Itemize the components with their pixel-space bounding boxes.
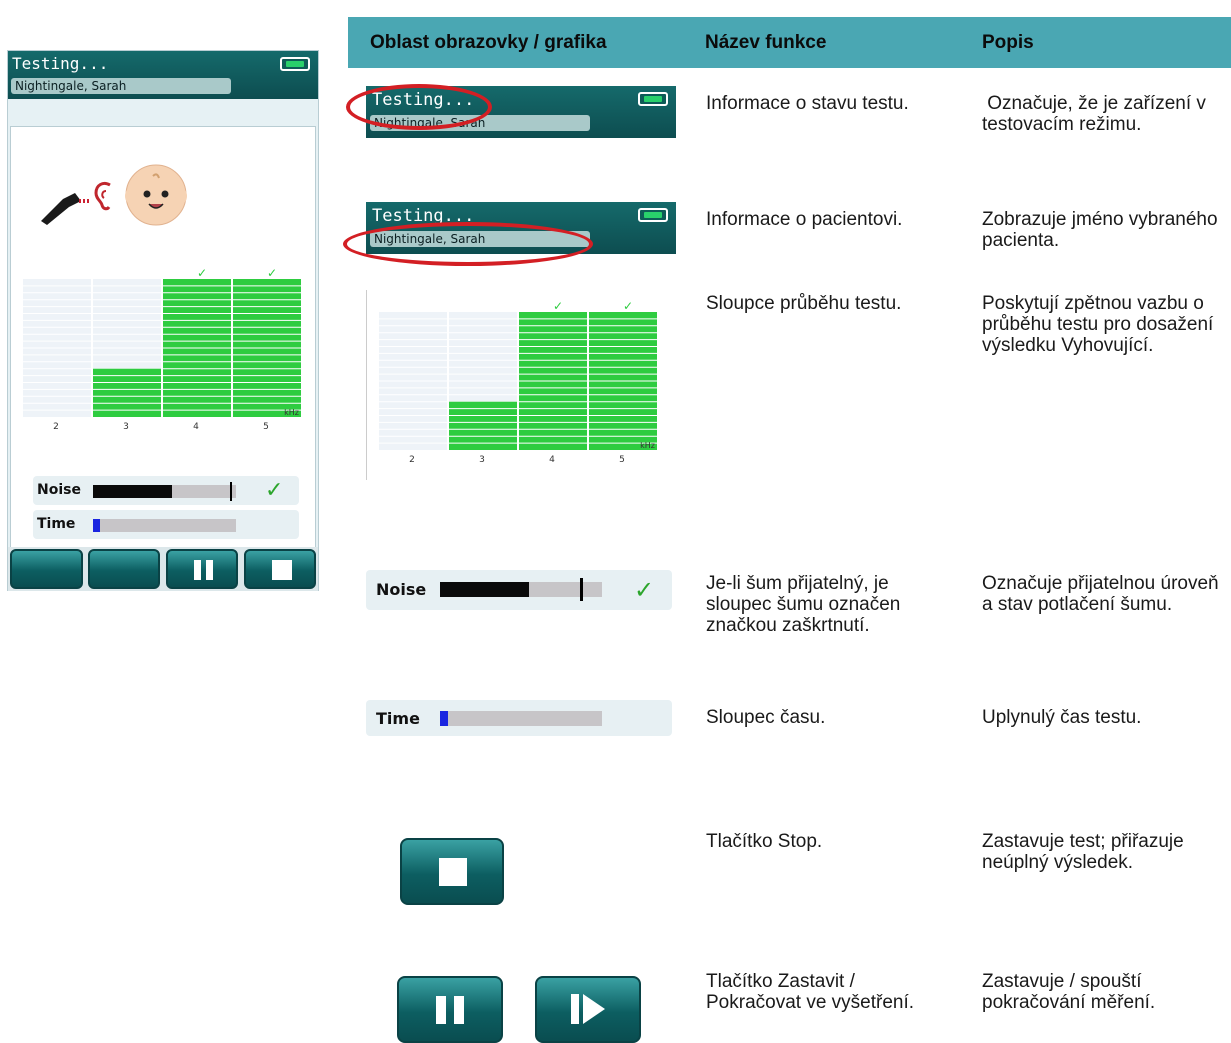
time-label: Time	[376, 709, 420, 728]
device-screen: Testing... Nightingale, Sarah ✓ ✓ 2 3 4 5 kHz	[7, 50, 319, 591]
chart-unit-label: kHz	[640, 441, 655, 450]
row2-function: Informace o pacientovi.	[706, 209, 903, 230]
time-bar	[440, 711, 602, 726]
noise-label: Noise	[37, 482, 81, 498]
noise-fill	[93, 485, 172, 498]
device-button-bar	[8, 547, 318, 591]
pause-icon	[194, 560, 214, 580]
highlight-ring	[343, 222, 593, 266]
check-icon: ✓	[197, 267, 207, 280]
row1-description: Označuje, že je zařízení v testovacím re…	[982, 93, 1212, 135]
row6-function: Tlačítko Stop.	[706, 831, 823, 852]
noise-bar	[440, 578, 602, 601]
row7-function: Tlačítko Zastavit / Pokračovat ve vyšetř…	[706, 971, 915, 1013]
check-icon: ✓	[623, 300, 633, 313]
chart-tick-label: 5	[263, 422, 269, 432]
noise-bar	[93, 482, 236, 501]
check-icon: ✓	[265, 478, 284, 503]
probe-icon	[41, 193, 91, 225]
status-title: Testing...	[12, 54, 109, 73]
stop-button[interactable]	[244, 549, 316, 589]
progress-chart-graphic: ✓ ✓ 2 3 4 5 kHz	[366, 290, 676, 480]
battery-icon	[638, 92, 668, 106]
device-status-bar: Testing... Nightingale, Sarah	[8, 51, 318, 99]
table-header: Oblast obrazovky / grafika Název funkce …	[348, 17, 1231, 68]
header-function: Název funkce	[705, 32, 827, 53]
row3-description: Poskytují zpětnou vazbu o průběhu testu …	[982, 293, 1214, 356]
row5-function: Sloupec času.	[706, 707, 826, 728]
noise-fill	[440, 582, 530, 597]
row4-function: Je-li šum přijatelný, je sloupec šumu oz…	[706, 573, 901, 636]
soft-button-2[interactable]	[88, 549, 160, 589]
row2-description: Zobrazuje jméno vybraného pacienta.	[982, 209, 1218, 251]
time-bar	[93, 519, 236, 532]
resume-button[interactable]	[535, 976, 641, 1043]
time-fill	[93, 519, 101, 532]
time-fill	[440, 711, 449, 726]
check-icon: ✓	[267, 267, 277, 280]
baby-face-icon	[125, 164, 187, 226]
progress-chart: ✓ ✓ 2 3 4 5 kHz	[23, 267, 301, 432]
pause-icon	[436, 996, 468, 1024]
chart-tick-label: 5	[619, 455, 625, 465]
time-label: Time	[37, 516, 76, 532]
chart-tick-label: 4	[549, 455, 555, 465]
noise-label: Noise	[376, 580, 427, 599]
chart-tick-label: 2	[53, 422, 59, 432]
patient-name: Nightingale, Sarah	[11, 78, 231, 94]
pause-button[interactable]	[166, 549, 238, 589]
noise-threshold-marker	[230, 482, 232, 501]
device-content: ✓ ✓ 2 3 4 5 kHz Noise ✓ Time	[10, 126, 316, 548]
check-icon: ✓	[553, 300, 563, 313]
chart-tick-label: 2	[409, 455, 415, 465]
row3-function: Sloupce průběhu testu.	[706, 293, 902, 314]
row4-description: Označuje přijatelnou úroveň a stav potla…	[982, 573, 1219, 615]
progress-chart: ✓ ✓ 2 3 4 5 kHz	[379, 300, 657, 465]
ear-icon	[94, 181, 111, 211]
soft-button-1[interactable]	[10, 549, 83, 589]
noise-row: Noise ✓	[33, 476, 299, 505]
noise-row-graphic: Noise ✓	[366, 570, 672, 610]
row1-function: Informace o stavu testu.	[706, 93, 909, 114]
chart-tick-label: 4	[193, 422, 199, 432]
row7-description: Zastavuje / spouští pokračování měření.	[982, 971, 1156, 1013]
header-area: Oblast obrazovky / grafika	[370, 32, 607, 53]
battery-icon	[638, 208, 668, 222]
stop-icon	[439, 858, 467, 886]
row6-description: Zastavuje test; přiřazuje neúplný výsled…	[982, 831, 1184, 873]
pause-button[interactable]	[397, 976, 503, 1043]
stop-button[interactable]	[400, 838, 504, 905]
battery-icon	[280, 57, 310, 71]
chart-unit-label: kHz	[284, 408, 299, 417]
header-description: Popis	[982, 32, 1034, 53]
chart-tick-label: 3	[123, 422, 129, 432]
highlight-ring	[346, 84, 492, 130]
chart-tick-label: 3	[479, 455, 485, 465]
check-icon: ✓	[634, 576, 655, 604]
row5-description: Uplynulý čas testu.	[982, 707, 1142, 728]
time-row-graphic: Time	[366, 700, 672, 736]
stop-icon	[272, 560, 292, 580]
play-icon	[571, 994, 607, 1024]
time-row: Time	[33, 510, 299, 539]
noise-threshold-marker	[580, 578, 583, 601]
